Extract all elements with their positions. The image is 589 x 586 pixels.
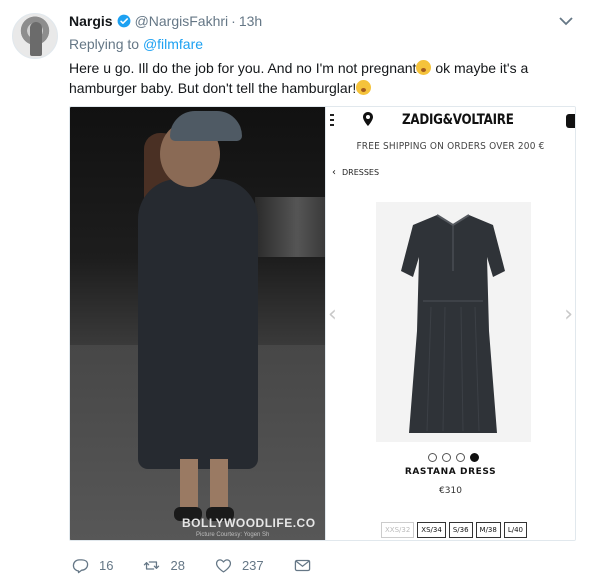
author-handle[interactable]: @NargisFakhri bbox=[135, 13, 229, 29]
direct-message-icon bbox=[294, 559, 310, 572]
breadcrumb-label: DRESSES bbox=[341, 168, 380, 177]
paparazzi-photo[interactable]: BOLLYWOODLIFE.CO Picture Courtesy: Yogen… bbox=[70, 107, 325, 540]
product-name: RASTANA DRESS bbox=[404, 467, 497, 477]
brand-logo: ZADIG&VOLTAIRE bbox=[401, 112, 514, 128]
replying-to: Replying to @filmfare bbox=[69, 36, 203, 52]
background-lights bbox=[254, 197, 325, 257]
verified-badge-icon bbox=[117, 14, 130, 28]
flushed-face-emoji bbox=[416, 60, 432, 75]
chevron-left-icon: ‹ bbox=[331, 167, 336, 178]
carousel-dot[interactable] bbox=[441, 453, 451, 462]
retweet-button[interactable]: 28 bbox=[143, 557, 185, 574]
shopping-bag-icon bbox=[566, 114, 575, 128]
carousel-dot[interactable] bbox=[455, 453, 465, 462]
product-price: €310 bbox=[439, 486, 462, 496]
like-button[interactable]: 237 bbox=[215, 557, 264, 574]
shop-screenshot[interactable]: ZADIG&VOLTAIRE FREE SHIPPING ON ORDERS O… bbox=[324, 107, 575, 540]
size-option: M/38 bbox=[475, 522, 501, 538]
size-option: S/36 bbox=[448, 522, 473, 538]
reply-button[interactable]: 16 bbox=[72, 557, 113, 574]
size-option: XXS/32 bbox=[380, 522, 415, 538]
like-icon bbox=[215, 559, 231, 573]
retweet-count: 28 bbox=[170, 558, 185, 573]
tweet-timestamp[interactable]: 13h bbox=[239, 13, 262, 29]
location-pin-icon bbox=[362, 112, 373, 126]
photo-watermark: BOLLYWOODLIFE.CO bbox=[182, 516, 316, 530]
retweet-icon bbox=[144, 561, 160, 570]
menu-icon bbox=[329, 114, 336, 127]
tweet-text-line1-tail: ok maybe it's a bbox=[431, 60, 529, 76]
like-count: 237 bbox=[241, 558, 264, 573]
carousel-dots bbox=[427, 453, 479, 462]
shipping-banner: FREE SHIPPING ON ORDERS OVER 200 € bbox=[356, 141, 545, 152]
tweet-text-line2: hamburger baby. But don't tell the hambu… bbox=[69, 80, 357, 96]
photo-dress bbox=[138, 179, 258, 469]
photo-cap bbox=[170, 111, 242, 141]
tweet: Nargis @NargisFakhri · 13h Replying to @… bbox=[0, 0, 589, 586]
reply-count: 16 bbox=[99, 558, 114, 573]
carousel-next-icon: › bbox=[564, 302, 573, 327]
tears-of-joy-emoji bbox=[356, 80, 372, 95]
carousel-dot[interactable] bbox=[427, 453, 437, 462]
direct-message-button[interactable] bbox=[294, 557, 311, 574]
tweet-actions: 16 28 237 bbox=[72, 557, 341, 574]
breadcrumb: ‹ DRESSES bbox=[332, 167, 379, 178]
carousel-prev-icon: ‹ bbox=[327, 302, 337, 327]
replying-prefix: Replying to bbox=[69, 36, 143, 52]
avatar-figure bbox=[30, 22, 42, 56]
carousel-dot-active[interactable] bbox=[469, 453, 479, 462]
reply-icon bbox=[72, 559, 89, 574]
product-dress-image bbox=[400, 214, 505, 433]
shop-header: ZADIG&VOLTAIRE bbox=[326, 107, 575, 133]
author-avatar[interactable] bbox=[12, 13, 58, 59]
tweet-media[interactable]: BOLLYWOODLIFE.CO Picture Courtesy: Yogen… bbox=[69, 106, 576, 541]
tweet-text-line1: Here u go. Ill do the job for you. And n… bbox=[69, 60, 417, 76]
size-option: XS/34 bbox=[417, 522, 446, 538]
photo-credit: Picture Courtesy: Yogen Sh bbox=[196, 532, 270, 538]
size-options: XXS/32 XS/34 S/36 M/38 L/40 bbox=[380, 522, 528, 538]
author-name[interactable]: Nargis bbox=[69, 13, 113, 29]
tweet-text: Here u go. Ill do the job for you. And n… bbox=[69, 58, 574, 98]
header-separator: · bbox=[231, 13, 236, 29]
replying-to-link[interactable]: @filmfare bbox=[143, 36, 203, 52]
size-option: L/40 bbox=[503, 522, 528, 538]
tweet-header: Nargis @NargisFakhri · 13h bbox=[69, 13, 262, 29]
chevron-down-icon[interactable] bbox=[559, 16, 573, 26]
